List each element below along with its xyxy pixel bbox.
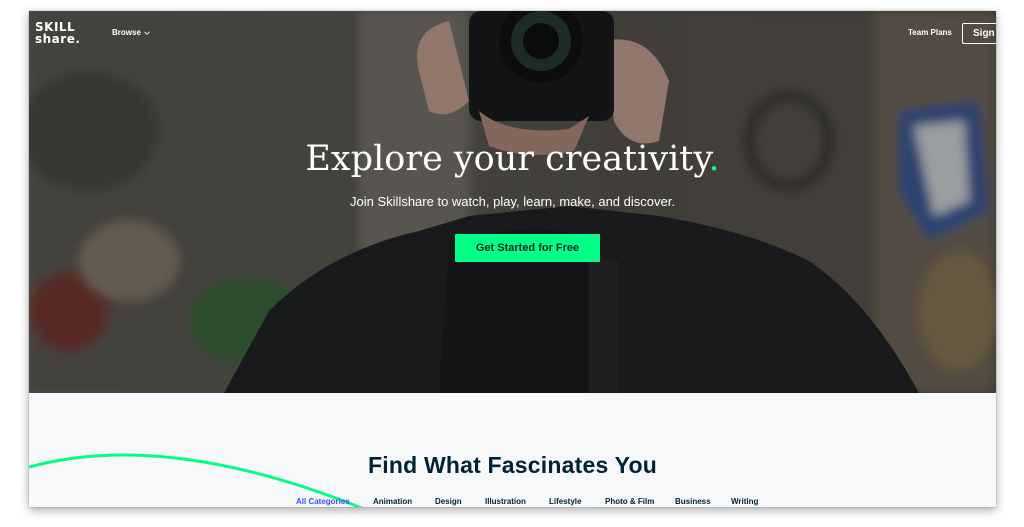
sign-in-button[interactable]: Sign [962,23,996,44]
team-plans-link[interactable]: Team Plans [908,28,952,37]
categories-section: Find What Fascinates You All Categories … [29,393,996,507]
chevron-down-icon [144,30,150,35]
browse-label: Browse [112,28,141,37]
hero-subtitle: Join Skillshare to watch, play, learn, m… [350,194,675,209]
section-title: Find What Fascinates You [368,452,657,478]
hero-title-text: Explore your creativity [305,139,709,179]
top-nav: SKILL share. Browse Team Plans Sign [29,11,996,59]
browser-viewport: SKILL share. Browse Team Plans Sign Expl… [29,11,996,507]
tab-animation[interactable]: Animation [373,497,412,506]
tab-photo-film[interactable]: Photo & Film [605,497,654,506]
tab-illustration[interactable]: Illustration [485,497,526,506]
logo-line-2: share. [35,32,81,46]
category-tabs: All Categories Animation Design Illustra… [29,497,996,507]
get-started-button[interactable]: Get Started for Free [455,234,600,262]
tab-business[interactable]: Business [675,497,711,506]
hero-title: Explore your creativity. [29,139,996,179]
tab-lifestyle[interactable]: Lifestyle [549,497,581,506]
hero-title-accent-dot: . [708,139,720,179]
tab-writing[interactable]: Writing [731,497,758,506]
browse-menu-button[interactable]: Browse [112,28,150,37]
hero-section: SKILL share. Browse Team Plans Sign Expl… [29,11,996,393]
tab-design[interactable]: Design [435,497,462,506]
tab-all-categories[interactable]: All Categories [296,497,350,506]
skillshare-logo[interactable]: SKILL share. [35,21,80,45]
